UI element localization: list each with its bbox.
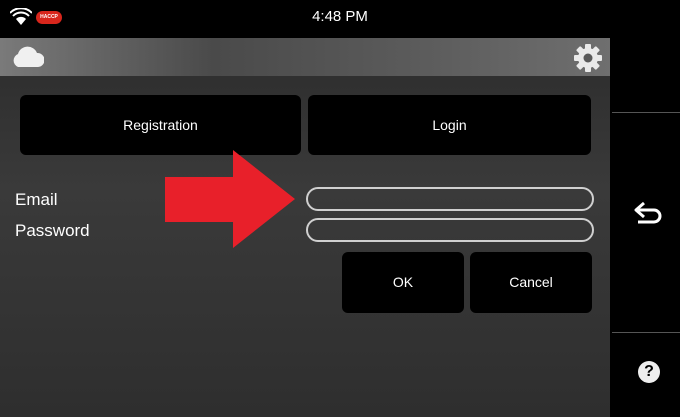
cloud-icon[interactable] <box>10 41 44 71</box>
email-label: Email <box>15 190 58 209</box>
email-field[interactable] <box>306 187 594 211</box>
red-arrow-icon <box>165 150 295 248</box>
gear-icon[interactable] <box>572 42 604 74</box>
header-bar <box>0 38 610 76</box>
login-button[interactable]: Login <box>308 95 591 155</box>
back-arrow-icon[interactable] <box>632 198 666 228</box>
status-time: 4:48 PM <box>312 8 368 25</box>
password-label: Password <box>15 221 90 240</box>
sidebar-divider <box>612 112 680 113</box>
cancel-button[interactable]: Cancel <box>470 252 592 313</box>
sidebar-divider <box>612 332 680 333</box>
password-field[interactable] <box>306 218 594 242</box>
ok-button[interactable]: OK <box>342 252 464 313</box>
help-icon[interactable]: ? <box>638 361 660 383</box>
registration-button[interactable]: Registration <box>20 95 301 155</box>
